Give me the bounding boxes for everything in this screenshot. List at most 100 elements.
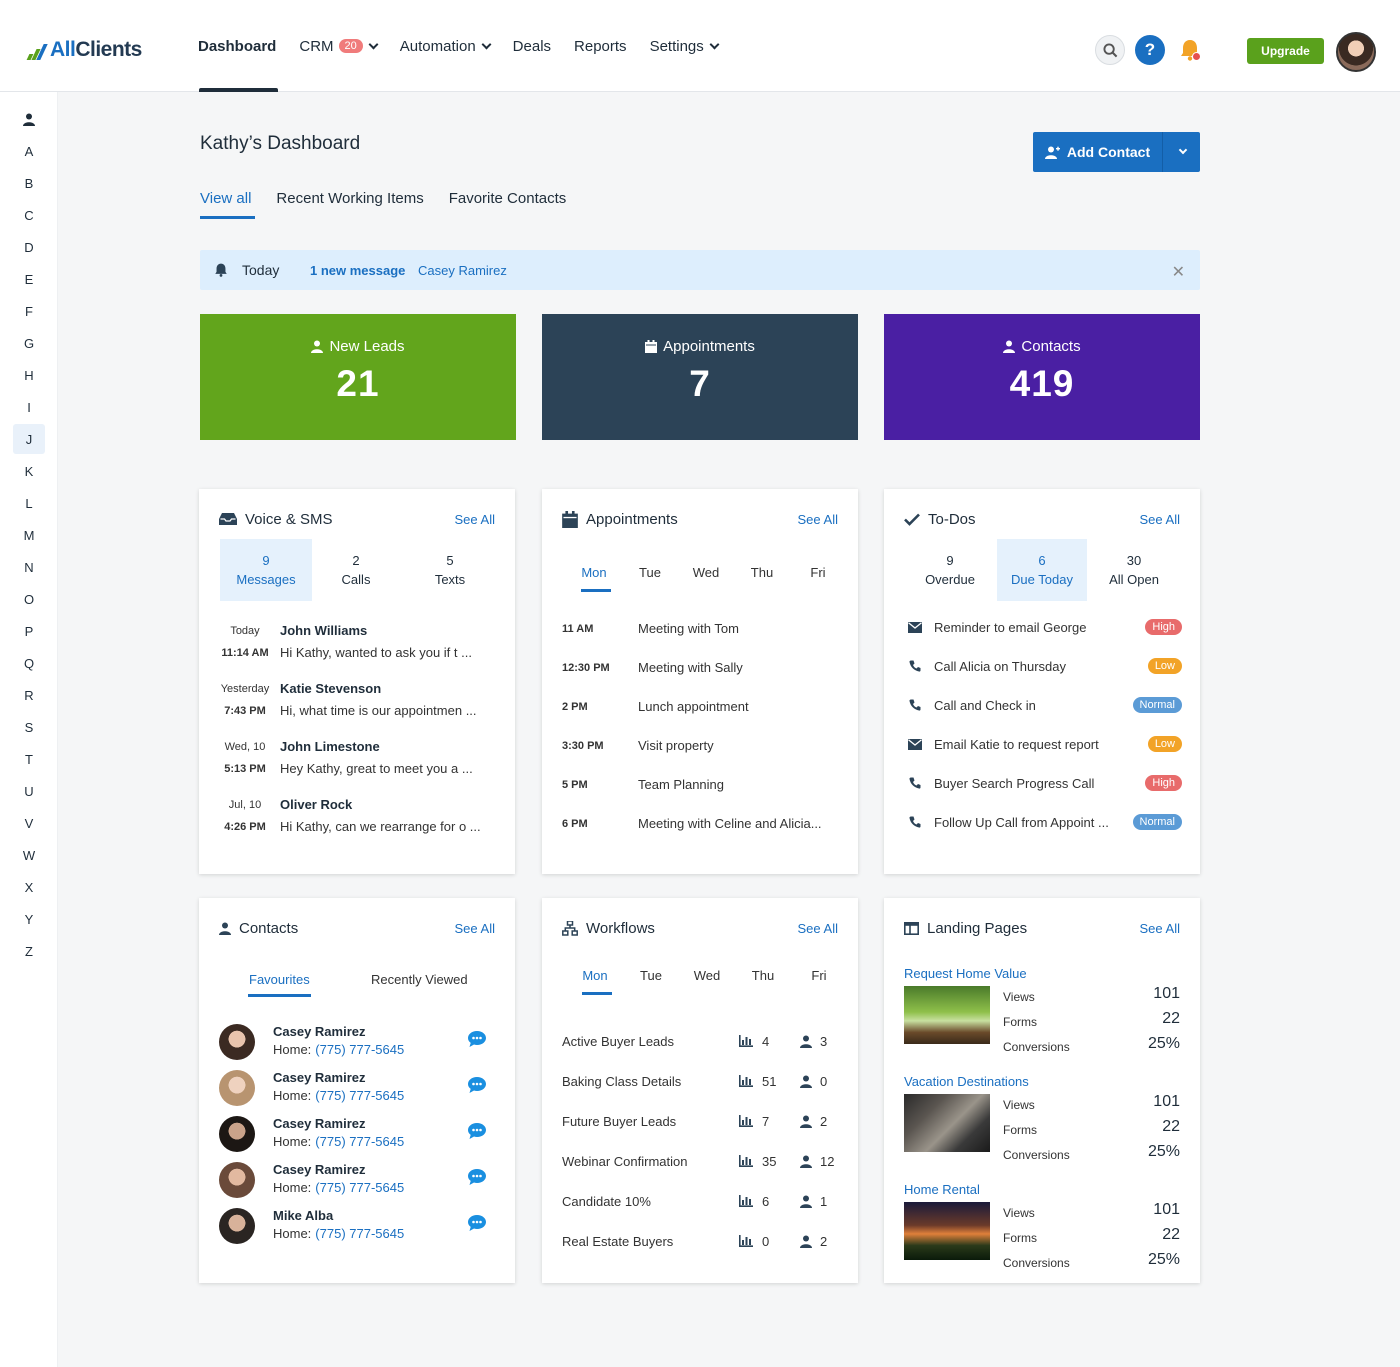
contact-row[interactable]: Mike Alba Home: (775) 777-5645 <box>219 1206 495 1246</box>
sidebar-letter-v[interactable]: V <box>13 808 45 838</box>
sidebar-letter-z[interactable]: Z <box>13 936 45 966</box>
tab-view-all[interactable]: View all <box>200 190 256 219</box>
notifications-button[interactable] <box>1175 35 1205 65</box>
see-all-link[interactable]: See All <box>455 512 495 527</box>
segment-calls[interactable]: 2 Calls <box>310 539 402 601</box>
tab-recently-viewed[interactable]: Recently Viewed <box>371 972 468 987</box>
see-all-link[interactable]: See All <box>455 921 495 936</box>
sidebar-letter-b[interactable]: B <box>13 168 45 198</box>
tab-wed[interactable]: Wed <box>678 565 734 580</box>
tab-thu[interactable]: Thu <box>734 565 790 580</box>
phone-number-link[interactable]: (775) 777-5645 <box>315 1088 404 1103</box>
tab-recent-working-items[interactable]: Recent Working Items <box>276 190 423 219</box>
allclients-logo[interactable]: AllClients <box>26 38 142 62</box>
tab-thu[interactable]: Thu <box>735 968 791 983</box>
todo-item[interactable]: Buyer Search Progress Call High <box>904 772 1182 794</box>
sidebar-letter-u[interactable]: U <box>13 776 45 806</box>
sidebar-letter-i[interactable]: I <box>13 392 45 422</box>
todo-item[interactable]: Follow Up Call from Appoint ... Normal <box>904 811 1182 833</box>
landing-page-thumbnail[interactable] <box>904 986 990 1044</box>
contact-name[interactable]: Casey Ramirez <box>273 1162 366 1177</box>
see-all-link[interactable]: See All <box>798 512 838 527</box>
tab-wed[interactable]: Wed <box>679 968 735 983</box>
nav-automation[interactable]: Automation <box>400 0 492 92</box>
add-contact-dropdown[interactable] <box>1163 132 1200 172</box>
contact-name[interactable]: Casey Ramirez <box>273 1024 366 1039</box>
segment-all-open[interactable]: 30 All Open <box>1088 539 1180 601</box>
nav-deals[interactable]: Deals <box>513 0 551 92</box>
chat-bubble-icon[interactable] <box>467 1168 487 1191</box>
landing-page-link[interactable]: Vacation Destinations <box>904 1074 1029 1089</box>
user-avatar[interactable] <box>1336 32 1376 72</box>
nav-crm[interactable]: CRM 20 <box>299 0 379 92</box>
phone-number-link[interactable]: (775) 777-5645 <box>315 1180 404 1195</box>
segment-messages[interactable]: 9 Messages <box>220 539 312 601</box>
sidebar-letter-n[interactable]: N <box>13 552 45 582</box>
chat-bubble-icon[interactable] <box>467 1076 487 1099</box>
tab-fri[interactable]: Fri <box>791 968 847 983</box>
sidebar-letter-m[interactable]: M <box>13 520 45 550</box>
all-contacts-filter[interactable] <box>13 104 45 134</box>
tab-tue[interactable]: Tue <box>623 968 679 983</box>
sidebar-letter-k[interactable]: K <box>13 456 45 486</box>
workflow-row[interactable]: Baking Class Details 51 0 <box>562 1072 842 1092</box>
workflow-row[interactable]: Webinar Confirmation 35 12 <box>562 1152 842 1172</box>
segment-overdue[interactable]: 9 Overdue <box>904 539 996 601</box>
workflow-row[interactable]: Future Buyer Leads 7 2 <box>562 1112 842 1132</box>
contact-name[interactable]: Mike Alba <box>273 1208 333 1223</box>
segment-due-today[interactable]: 6 Due Today <box>997 539 1087 601</box>
chat-bubble-icon[interactable] <box>467 1214 487 1237</box>
see-all-link[interactable]: See All <box>1140 921 1180 936</box>
chat-bubble-icon[interactable] <box>467 1030 487 1053</box>
phone-number-link[interactable]: (775) 777-5645 <box>315 1226 404 1241</box>
todo-item[interactable]: Reminder to email George High <box>904 616 1182 638</box>
new-message-link[interactable]: 1 new message <box>310 263 405 278</box>
workflow-row[interactable]: Candidate 10% 6 1 <box>562 1192 842 1212</box>
sidebar-letter-g[interactable]: G <box>13 328 45 358</box>
sidebar-letter-j[interactable]: J <box>13 424 45 454</box>
nav-reports[interactable]: Reports <box>574 0 627 92</box>
landing-page-link[interactable]: Home Rental <box>904 1182 980 1197</box>
see-all-link[interactable]: See All <box>798 921 838 936</box>
todo-item[interactable]: Call Alicia on Thursday Low <box>904 655 1182 677</box>
tab-favourites[interactable]: Favourites <box>248 972 311 997</box>
tab-mon[interactable]: Mon <box>567 968 623 995</box>
stat-new-leads[interactable]: New Leads 21 <box>200 314 516 440</box>
segment-texts[interactable]: 5 Texts <box>404 539 496 601</box>
sidebar-letter-p[interactable]: P <box>13 616 45 646</box>
landing-page-link[interactable]: Request Home Value <box>904 966 1027 981</box>
sidebar-letter-o[interactable]: O <box>13 584 45 614</box>
contact-name[interactable]: Casey Ramirez <box>273 1116 366 1131</box>
contact-row[interactable]: Casey Ramirez Home: (775) 777-5645 <box>219 1068 495 1108</box>
sidebar-letter-q[interactable]: Q <box>13 648 45 678</box>
contact-row[interactable]: Casey Ramirez Home: (775) 777-5645 <box>219 1114 495 1154</box>
sidebar-letter-r[interactable]: R <box>13 680 45 710</box>
upgrade-button[interactable]: Upgrade <box>1247 38 1324 64</box>
tab-mon[interactable]: Mon <box>566 565 622 592</box>
notice-contact-link[interactable]: Casey Ramirez <box>418 263 507 278</box>
sidebar-letter-y[interactable]: Y <box>13 904 45 934</box>
landing-page-thumbnail[interactable] <box>904 1094 990 1152</box>
sidebar-letter-l[interactable]: L <box>13 488 45 518</box>
stat-appointments[interactable]: Appointments 7 <box>542 314 858 440</box>
tab-fri[interactable]: Fri <box>790 565 846 580</box>
help-button[interactable]: ? <box>1135 35 1165 65</box>
todo-item[interactable]: Email Katie to request report Low <box>904 733 1182 755</box>
todo-item[interactable]: Call and Check in Normal <box>904 694 1182 716</box>
sidebar-letter-x[interactable]: X <box>13 872 45 902</box>
see-all-link[interactable]: See All <box>1140 512 1180 527</box>
phone-number-link[interactable]: (775) 777-5645 <box>315 1042 404 1057</box>
sidebar-letter-c[interactable]: C <box>13 200 45 230</box>
sidebar-letter-d[interactable]: D <box>13 232 45 262</box>
workflow-row[interactable]: Real Estate Buyers 0 2 <box>562 1232 842 1252</box>
close-icon[interactable]: ✕ <box>1172 262 1185 282</box>
tab-favorite-contacts[interactable]: Favorite Contacts <box>449 190 567 219</box>
phone-number-link[interactable]: (775) 777-5645 <box>315 1134 404 1149</box>
tab-tue[interactable]: Tue <box>622 565 678 580</box>
contact-name[interactable]: Casey Ramirez <box>273 1070 366 1085</box>
contact-row[interactable]: Casey Ramirez Home: (775) 777-5645 <box>219 1160 495 1200</box>
stat-contacts[interactable]: Contacts 419 <box>884 314 1200 440</box>
sidebar-letter-w[interactable]: W <box>13 840 45 870</box>
chat-bubble-icon[interactable] <box>467 1122 487 1145</box>
nav-dashboard[interactable]: Dashboard <box>198 0 279 92</box>
